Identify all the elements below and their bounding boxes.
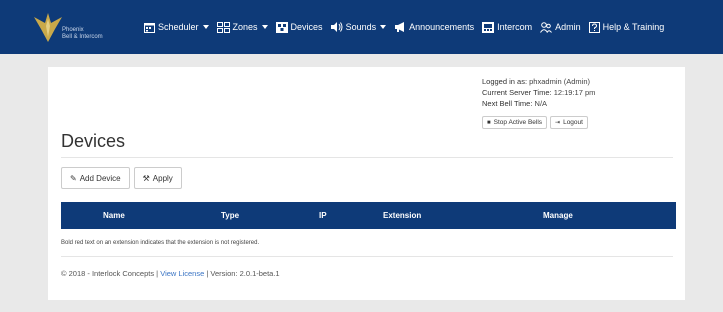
nav-announcements[interactable]: Announcements	[394, 22, 474, 32]
intercom-icon	[482, 21, 495, 33]
column-header-type[interactable]: Type	[221, 202, 239, 229]
apply-button[interactable]: ⚒ Apply	[133, 167, 182, 189]
nav-sounds-label: Sounds	[345, 22, 377, 32]
column-header-extension[interactable]: Extension	[383, 202, 421, 229]
nav-admin[interactable]: Admin	[540, 21, 581, 33]
nav-devices-label: Devices	[290, 22, 323, 32]
add-device-label: Add Device	[79, 173, 121, 183]
nav-intercom-label: Intercom	[497, 22, 533, 32]
nav-admin-label: Admin	[555, 22, 581, 32]
registration-note: Bold red text on an extension indicates …	[61, 240, 260, 246]
chevron-down-icon	[380, 25, 387, 29]
nav-sounds[interactable]: Sounds	[330, 22, 387, 32]
zones-icon	[216, 21, 230, 33]
chevron-down-icon	[202, 25, 209, 29]
footer: © 2018 - Interlock Concepts | View Licen…	[61, 269, 280, 278]
nav-zones[interactable]: Zones	[216, 21, 268, 33]
phoenix-logo-icon	[34, 13, 62, 42]
devices-icon	[275, 21, 288, 33]
logged-in-value: phxadmin (Admin)	[529, 77, 590, 86]
brand-logo-link[interactable]: Phoenix Bell & Intercom	[33, 9, 123, 49]
version-text: | Version: 2.0.1-beta.1	[206, 269, 280, 278]
main-nav: Scheduler Zones Devices Sounds Announcem…	[144, 0, 672, 54]
next-bell-label: Next Bell Time:	[482, 99, 533, 108]
nav-devices[interactable]: Devices	[275, 21, 323, 33]
page-actions: ✎ Add Device ⚒ Apply	[61, 167, 186, 189]
column-header-manage: Manage	[543, 211, 573, 220]
divider	[61, 256, 673, 257]
view-license-link[interactable]: View License	[160, 269, 204, 278]
stop-icon: ■	[487, 119, 491, 126]
page-title: Devices	[61, 131, 126, 151]
logout-icon: ⇥	[555, 120, 561, 126]
next-bell-value: N/A	[534, 99, 548, 108]
brand-name: Phoenix Bell & Intercom	[62, 27, 103, 40]
session-info: Logged in as: phxadmin (Admin) Current S…	[482, 76, 595, 109]
chevron-down-icon	[261, 25, 268, 29]
main-panel: Logged in as: phxadmin (Admin) Current S…	[48, 67, 685, 300]
server-time-value: 12:19:17 pm	[553, 88, 596, 97]
megaphone-icon	[395, 22, 405, 32]
navbar: Phoenix Bell & Intercom Scheduler Zones …	[0, 0, 723, 54]
stop-active-bells-label: Stop Active Bells	[493, 119, 543, 126]
calendar-icon	[144, 22, 155, 33]
logout-label: Logout	[563, 119, 583, 126]
session-actions: ■ Stop Active Bells ⇥ Logout	[482, 116, 591, 129]
add-device-button[interactable]: ✎ Add Device	[61, 167, 130, 189]
copyright-text: © 2018 - Interlock Concepts |	[61, 269, 159, 278]
wand-icon: ⚒	[142, 173, 150, 183]
speaker-icon	[330, 22, 343, 32]
stop-active-bells-button[interactable]: ■ Stop Active Bells	[482, 116, 548, 129]
help-icon	[588, 21, 600, 33]
nav-help-training[interactable]: Help & Training	[588, 21, 665, 33]
nav-scheduler-label: Scheduler	[158, 22, 199, 32]
apply-label: Apply	[152, 173, 173, 183]
column-header-ip[interactable]: IP	[319, 202, 327, 229]
logged-in-label: Logged in as:	[482, 77, 528, 86]
nav-scheduler[interactable]: Scheduler	[144, 22, 209, 33]
nav-intercom[interactable]: Intercom	[482, 21, 533, 33]
server-time-label: Current Server Time:	[482, 88, 552, 97]
nav-help-training-label: Help & Training	[602, 22, 665, 32]
nav-announcements-label: Announcements	[409, 22, 475, 32]
edit-icon: ✎	[70, 173, 77, 183]
nav-zones-label: Zones	[232, 22, 258, 32]
logout-button[interactable]: ⇥ Logout	[550, 116, 588, 129]
devices-table-header: Name Type IP Extension Manage	[61, 202, 676, 229]
column-header-name[interactable]: Name	[103, 202, 125, 229]
users-icon	[540, 21, 553, 33]
divider	[61, 157, 673, 158]
